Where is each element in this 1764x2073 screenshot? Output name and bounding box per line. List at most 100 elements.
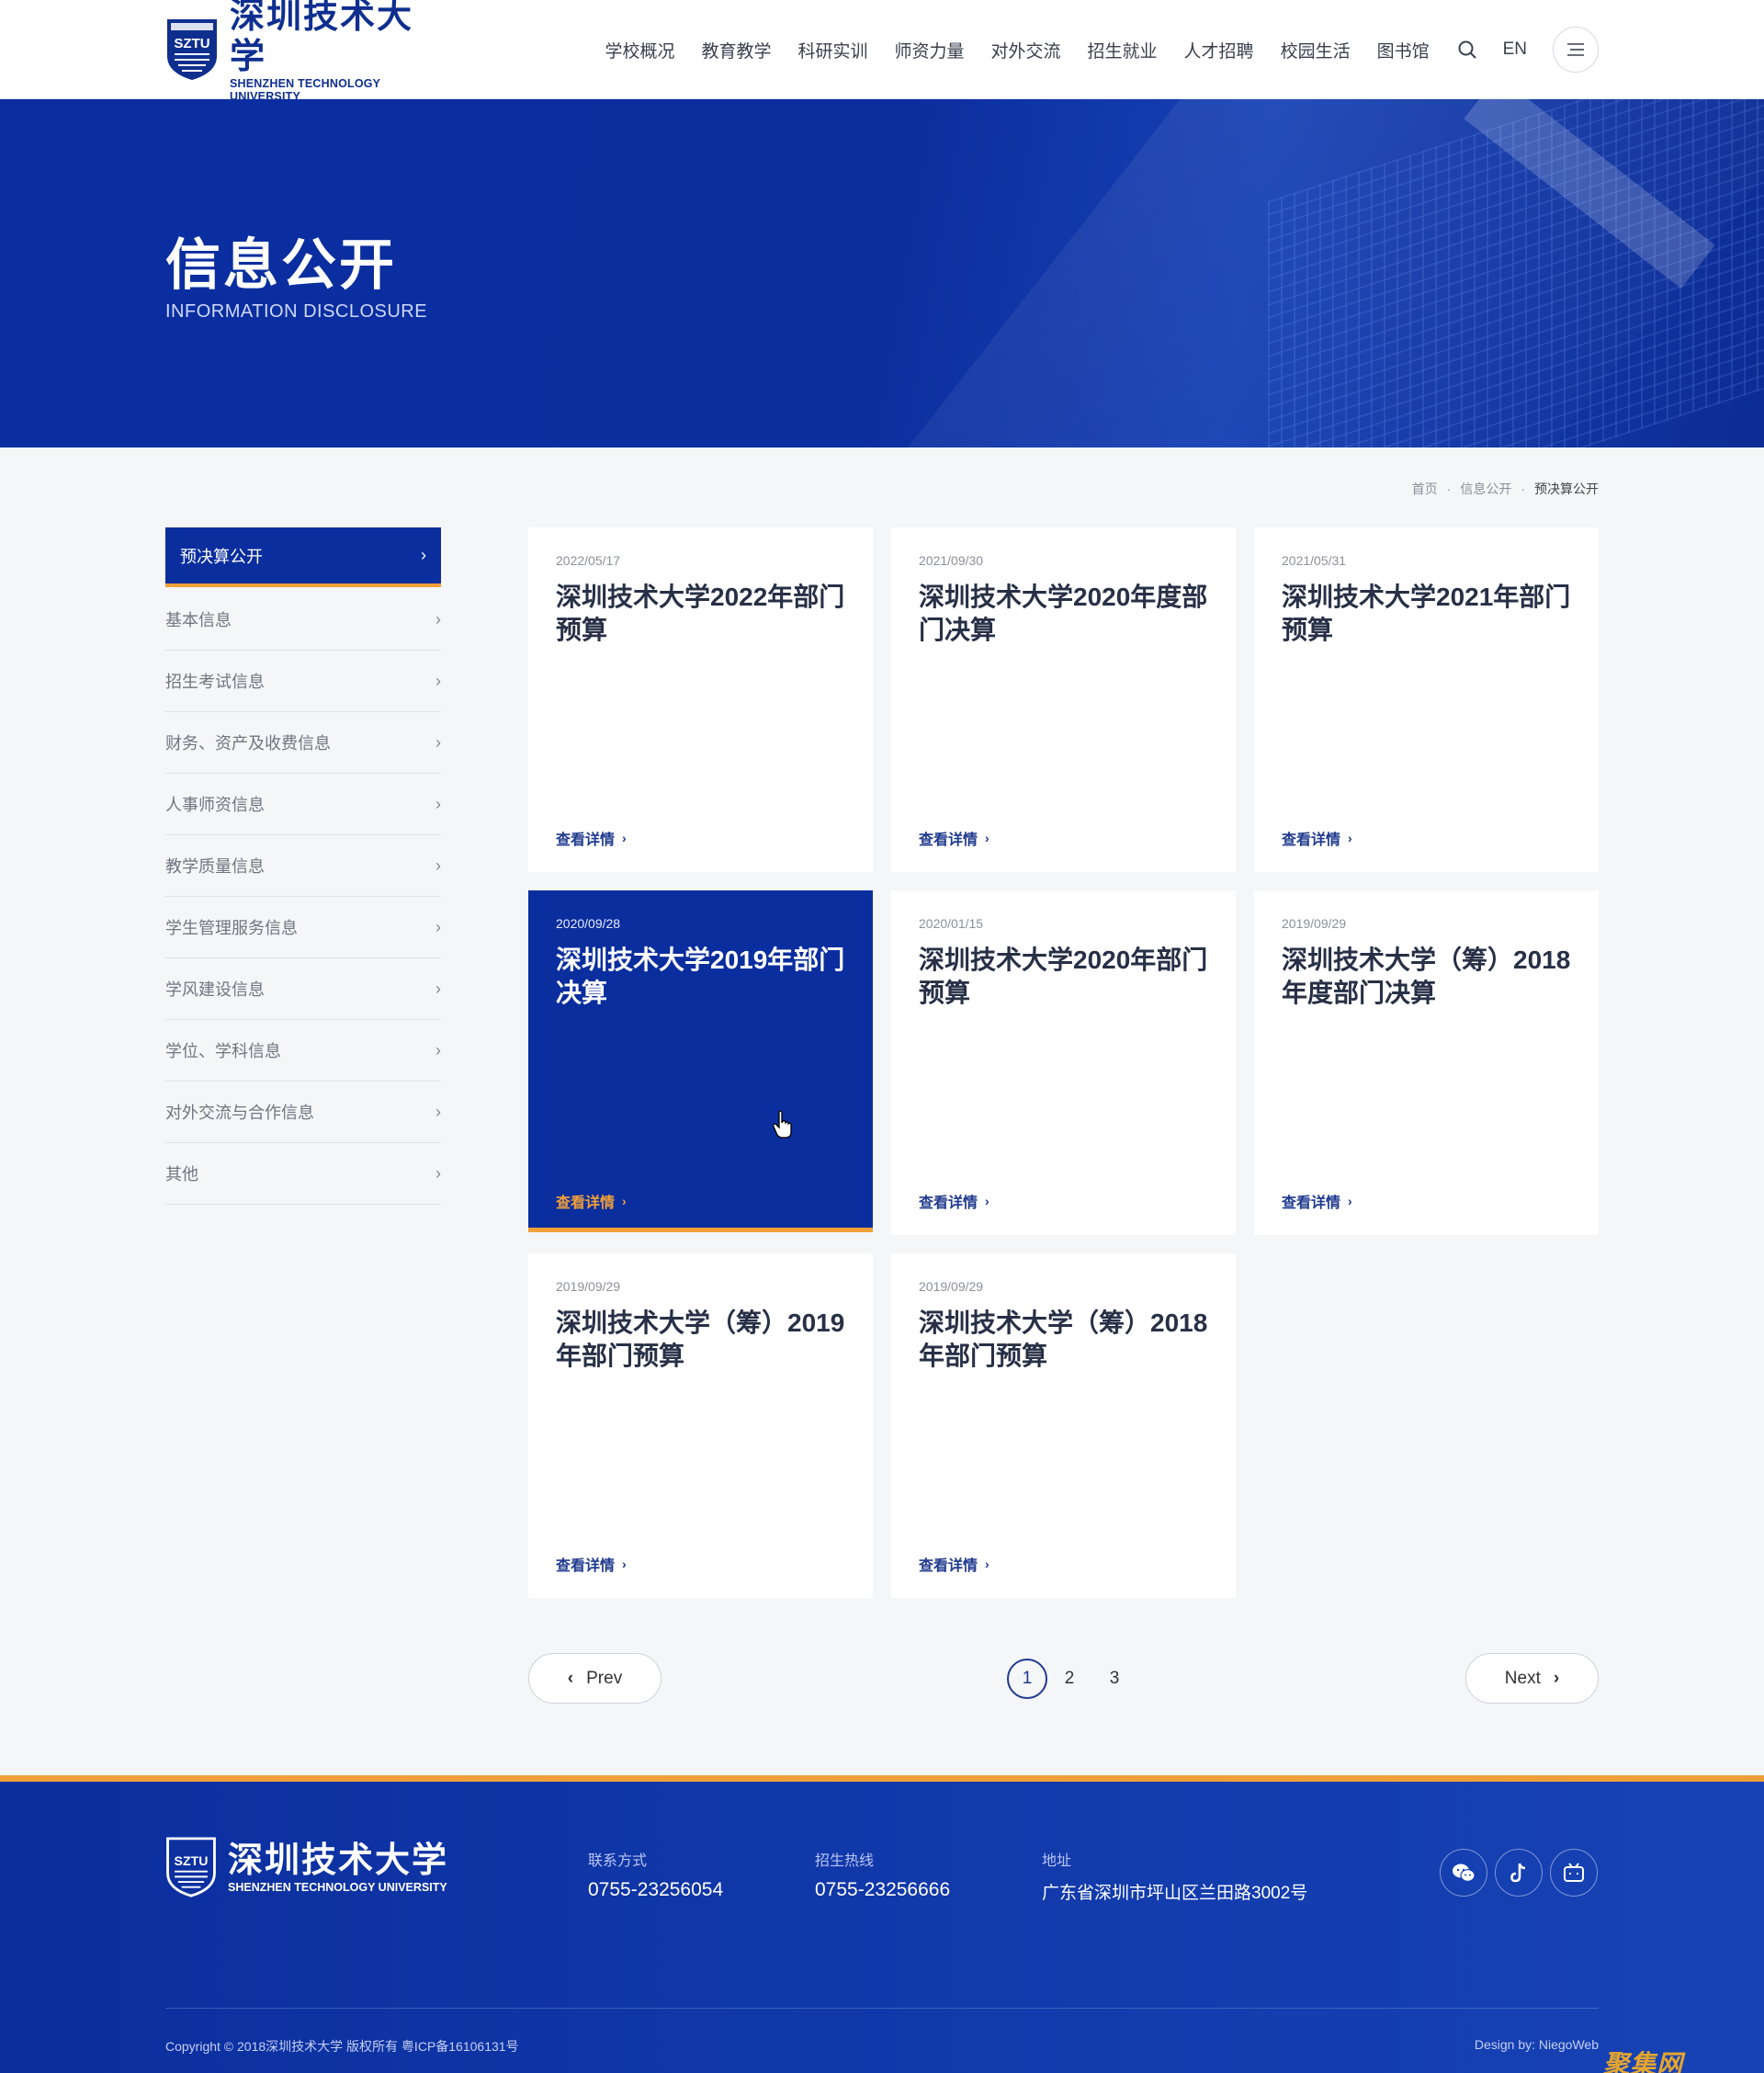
- card-more-link[interactable]: 查看详情 ›: [556, 827, 627, 849]
- card-title[interactable]: 深圳技术大学2021年部门预算: [1282, 581, 1576, 647]
- article-card[interactable]: 2019/09/29 深圳技术大学（筹）2019年部门预算 查看详情 ›: [528, 1253, 873, 1598]
- address-label: 地址: [1042, 1853, 1072, 1869]
- card-title[interactable]: 深圳技术大学2019年部门决算: [556, 944, 850, 1010]
- card-more-link[interactable]: 查看详情 ›: [1282, 1190, 1352, 1212]
- sidebar-item-study-style[interactable]: 学风建设信息 ›: [165, 958, 441, 1020]
- breadcrumb-home[interactable]: 首页: [1412, 480, 1438, 498]
- sidebar-item-label: 对外交流与合作信息: [165, 1104, 314, 1122]
- article-card[interactable]: 2022/05/17 深圳技术大学2022年部门预算 查看详情 ›: [528, 527, 873, 872]
- tiktok-icon[interactable]: [1495, 1849, 1543, 1897]
- logo-title-cn: 深圳技术大学: [230, 0, 414, 76]
- prev-button[interactable]: ‹ Prev: [528, 1653, 662, 1704]
- page-number[interactable]: 3: [1094, 1659, 1135, 1699]
- nav-item-recruitment[interactable]: 人才招聘: [1184, 38, 1254, 62]
- chevron-right-icon: ›: [985, 1194, 989, 1208]
- nav-item-campus-life[interactable]: 校园生活: [1281, 38, 1351, 62]
- shield-icon: SZTU: [166, 1837, 216, 1897]
- article-card[interactable]: 2021/09/30 深圳技术大学2020年度部门决算 查看详情 ›: [891, 527, 1236, 872]
- chevron-right-icon: ›: [985, 831, 989, 845]
- chevron-right-icon: ›: [622, 831, 627, 845]
- sidebar-item-admission-exam[interactable]: 招生考试信息 ›: [165, 651, 441, 712]
- sidebar-item-teaching-quality[interactable]: 教学质量信息 ›: [165, 835, 441, 897]
- search-icon[interactable]: [1457, 40, 1477, 60]
- next-label: Next: [1504, 1668, 1541, 1688]
- bilibili-icon[interactable]: [1550, 1849, 1598, 1897]
- card-date: 2022/05/17: [556, 553, 621, 568]
- chevron-right-icon: ›: [435, 855, 441, 875]
- sidebar-item-label: 招生考试信息: [165, 673, 265, 691]
- card-more-link[interactable]: 查看详情 ›: [1282, 827, 1352, 849]
- chevron-right-icon: ›: [435, 732, 441, 752]
- main-nav: 学校概况 教育教学 科研实训 师资力量 对外交流 招生就业 人才招聘 校园生活 …: [578, 0, 1599, 99]
- article-card[interactable]: 2021/05/31 深圳技术大学2021年部门预算 查看详情 ›: [1254, 527, 1599, 872]
- nav-item-admission[interactable]: 招生就业: [1088, 38, 1158, 62]
- address-value: 广东省深圳市坪山区兰田路3002号: [1042, 1884, 1308, 1903]
- sidebar-item-label: 基本信息: [165, 611, 232, 629]
- design-credit[interactable]: Design by: NiegoWeb: [1475, 2037, 1599, 2052]
- card-more-link[interactable]: 查看详情 ›: [556, 1553, 627, 1575]
- svg-text:SZTU: SZTU: [174, 36, 209, 51]
- nav-item-overview[interactable]: 学校概况: [605, 38, 674, 62]
- page-banner: 信息公开 INFORMATION DISCLOSURE: [0, 99, 1764, 447]
- page-number-current[interactable]: 1: [1007, 1659, 1047, 1699]
- card-date: 2020/01/15: [919, 916, 984, 931]
- article-card[interactable]: 2020/01/15 深圳技术大学2020年部门预算 查看详情 ›: [891, 890, 1236, 1235]
- card-date: 2019/09/29: [919, 1279, 984, 1294]
- card-more-link[interactable]: 查看详情 ›: [919, 1553, 989, 1575]
- card-title[interactable]: 深圳技术大学2022年部门预算: [556, 581, 850, 647]
- prev-label: Prev: [586, 1668, 623, 1688]
- chevron-right-icon: ›: [435, 671, 441, 690]
- card-title[interactable]: 深圳技术大学（筹）2019年部门预算: [556, 1307, 850, 1373]
- sidebar-item-cooperation[interactable]: 对外交流与合作信息 ›: [165, 1082, 441, 1143]
- sidebar-item-budget[interactable]: 预决算公开 ›: [165, 527, 441, 587]
- breadcrumb-info[interactable]: 信息公开: [1460, 480, 1511, 498]
- shield-icon: SZTU: [165, 17, 219, 82]
- menu-button[interactable]: [1553, 27, 1599, 73]
- language-switch[interactable]: EN: [1503, 40, 1527, 60]
- article-card[interactable]: 2019/09/29 深圳技术大学（筹）2018年度部门决算 查看详情 ›: [1254, 890, 1599, 1235]
- page-subtitle: INFORMATION DISCLOSURE: [165, 301, 428, 322]
- sidebar-item-personnel[interactable]: 人事师资信息 ›: [165, 774, 441, 835]
- wechat-icon[interactable]: [1440, 1849, 1487, 1897]
- article-card[interactable]: 2019/09/29 深圳技术大学（筹）2018年部门预算 查看详情 ›: [891, 1253, 1236, 1598]
- nav-item-faculty[interactable]: 师资力量: [895, 38, 965, 62]
- copyright-text: Copyright © 2018深圳技术大学 版权所有 粤ICP备1610613…: [165, 2039, 519, 2054]
- next-button[interactable]: Next ›: [1465, 1653, 1599, 1704]
- breadcrumb-separator: ·: [1521, 481, 1525, 496]
- footer-logo[interactable]: SZTU 深圳技术大学 SHENZHEN TECHNOLOGY UNIVERSI…: [165, 1837, 448, 1897]
- chevron-right-icon: ›: [421, 546, 426, 564]
- hand-cursor-icon: [773, 1110, 792, 1138]
- card-date: 2019/09/29: [1282, 916, 1347, 931]
- card-title[interactable]: 深圳技术大学2020年部门预算: [919, 944, 1213, 1010]
- article-card-highlighted[interactable]: 2020/09/28 深圳技术大学2019年部门决算 查看详情 ›: [528, 890, 873, 1232]
- sidebar-item-student-services[interactable]: 学生管理服务信息 ›: [165, 897, 441, 958]
- chevron-right-icon: ›: [1348, 831, 1352, 845]
- card-more-link[interactable]: 查看详情 ›: [919, 1190, 989, 1212]
- footer-logo-en: SHENZHEN TECHNOLOGY UNIVERSITY: [228, 1881, 447, 1894]
- chevron-right-icon: ›: [435, 1102, 441, 1121]
- sidebar-item-label: 预决算公开: [180, 547, 263, 566]
- sidebar-item-degree[interactable]: 学位、学科信息 ›: [165, 1020, 441, 1082]
- sidebar-item-label: 教学质量信息: [165, 857, 265, 876]
- site-logo[interactable]: SZTU 深圳技术大学 SHENZHEN TECHNOLOGY UNIVERSI…: [165, 0, 445, 103]
- admission-value: 0755-23256666: [815, 1879, 951, 1900]
- card-title[interactable]: 深圳技术大学（筹）2018年部门预算: [919, 1307, 1213, 1373]
- nav-item-library[interactable]: 图书馆: [1377, 38, 1430, 62]
- card-title[interactable]: 深圳技术大学（筹）2018年度部门决算: [1282, 944, 1576, 1010]
- nav-item-exchange[interactable]: 对外交流: [991, 38, 1061, 62]
- page-number[interactable]: 2: [1049, 1659, 1090, 1699]
- sidebar-item-basic[interactable]: 基本信息 ›: [165, 589, 441, 651]
- nav-item-research[interactable]: 科研实训: [797, 38, 867, 62]
- footer-logo-cn: 深圳技术大学: [228, 1841, 449, 1880]
- chevron-right-icon: ›: [435, 794, 441, 813]
- chevron-right-icon: ›: [435, 1040, 441, 1059]
- card-more-link[interactable]: 查看详情 ›: [556, 1190, 627, 1212]
- card-title[interactable]: 深圳技术大学2020年度部门决算: [919, 581, 1213, 647]
- sidebar-item-finance[interactable]: 财务、资产及收费信息 ›: [165, 712, 441, 774]
- card-more-link[interactable]: 查看详情 ›: [919, 827, 989, 849]
- card-date: 2021/05/31: [1282, 553, 1347, 568]
- breadcrumb-current: 预决算公开: [1534, 481, 1599, 496]
- nav-item-education[interactable]: 教育教学: [701, 38, 771, 62]
- chevron-left-icon: ‹: [567, 1668, 574, 1688]
- sidebar-item-other[interactable]: 其他 ›: [165, 1143, 441, 1205]
